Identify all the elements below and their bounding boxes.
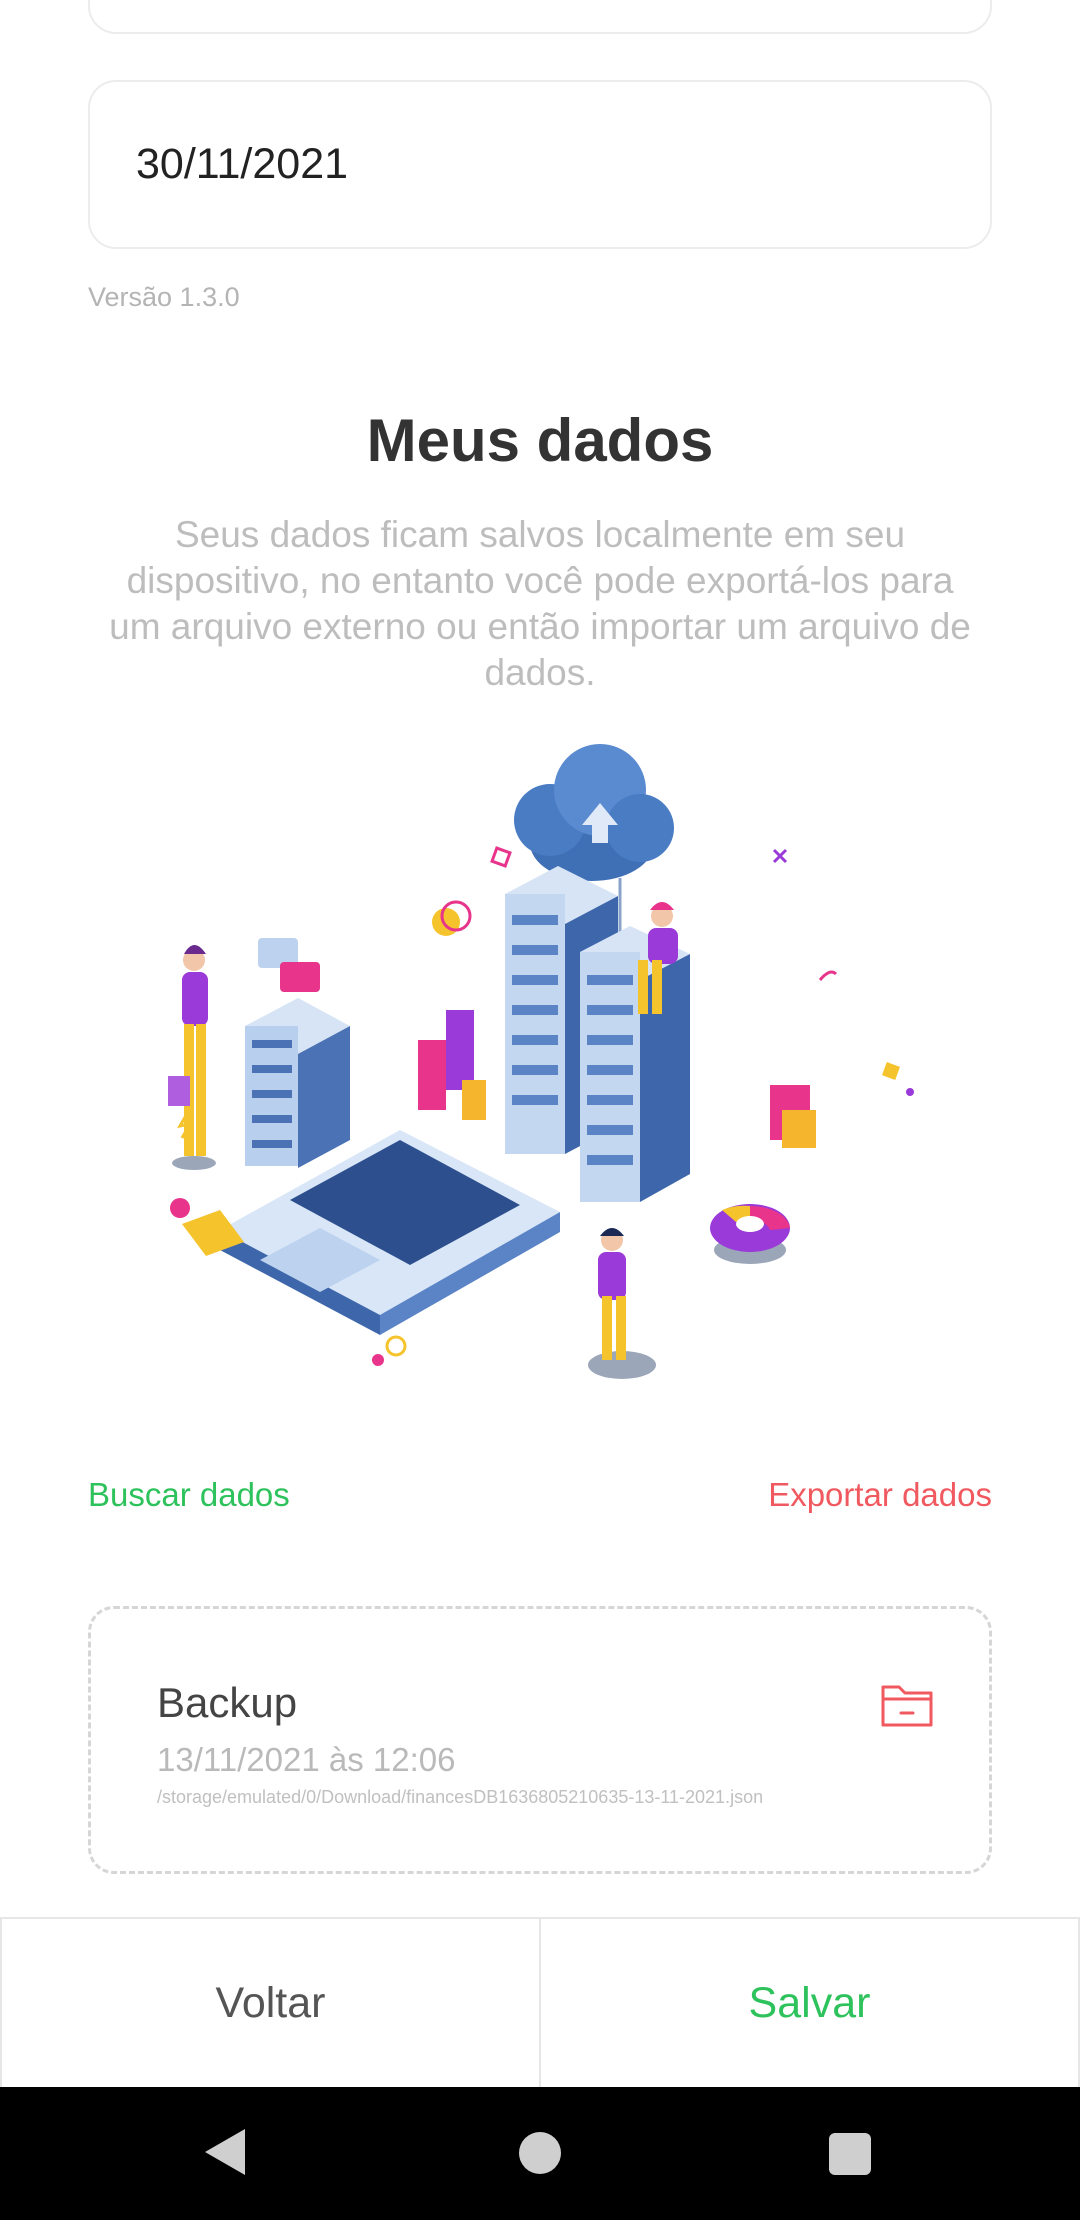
- save-button[interactable]: Salvar: [541, 1919, 1080, 2087]
- section-title: Meus dados: [366, 407, 714, 474]
- cubes-icon: [770, 1085, 816, 1148]
- chat-bubble-icon: [258, 938, 320, 992]
- nav-back-icon[interactable]: [205, 2129, 245, 2175]
- person-bottom-icon: [588, 1228, 656, 1379]
- person-left-icon: [168, 945, 216, 1170]
- backup-path: /storage/emulated/0/Download/financesDB1…: [157, 1787, 764, 1807]
- bar-chart-icon: [418, 1010, 486, 1120]
- folder-remove-icon[interactable]: [877, 1673, 937, 1733]
- server-tower-right: [580, 926, 690, 1202]
- export-data-link[interactable]: Exportar dados: [768, 1476, 992, 1514]
- data-servers-illustration: [168, 744, 914, 1379]
- backup-card[interactable]: Backup 13/11/2021 às 12:06 /storage/emul…: [88, 1606, 992, 1874]
- previous-field-card[interactable]: [88, 0, 992, 34]
- donut-chart-icon: [710, 1204, 790, 1264]
- system-navigation-bar: [0, 2087, 1080, 2220]
- bottom-action-bar: Voltar Salvar: [0, 1917, 1080, 2087]
- nav-home-icon[interactable]: [519, 2132, 561, 2174]
- backup-title: Backup: [157, 1679, 298, 1726]
- backup-date: 13/11/2021 às 12:06: [157, 1741, 456, 1778]
- nav-recents-icon[interactable]: [829, 2133, 871, 2175]
- back-button[interactable]: Voltar: [0, 1919, 541, 2087]
- date-field-value: 30/11/2021: [136, 140, 349, 188]
- fetch-data-link[interactable]: Buscar dados: [88, 1476, 290, 1514]
- server-stack-small: [245, 998, 350, 1168]
- section-description: Seus dados ficam salvos localmente em se…: [109, 514, 971, 693]
- version-label: Versão 1.3.0: [88, 282, 240, 312]
- date-field[interactable]: 30/11/2021: [88, 80, 992, 249]
